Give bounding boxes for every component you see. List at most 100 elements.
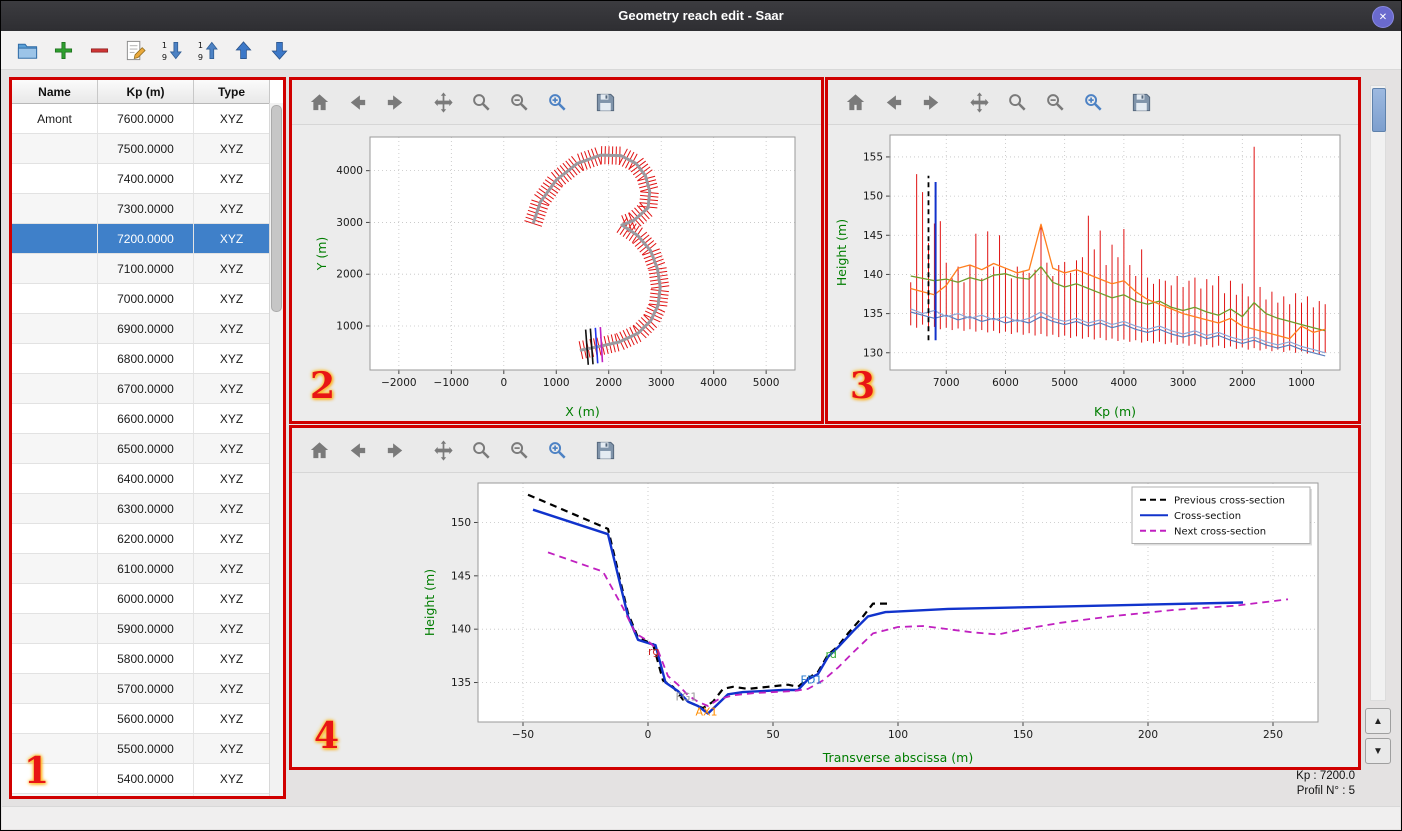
table-cell[interactable]: 5600.0000 [98, 704, 194, 733]
zoom-out-button[interactable] [506, 437, 533, 464]
table-cell[interactable]: 6900.0000 [98, 314, 194, 343]
table-cell[interactable]: 5300.0000 [98, 794, 194, 796]
table-row[interactable]: 7100.0000 XYZ [12, 254, 270, 284]
cross-section-table[interactable]: Name Kp (m) Type Amont 7600.0000 XYZ 7500.0000… [12, 80, 270, 796]
zoom-out-button[interactable] [506, 89, 533, 116]
table-cell[interactable] [12, 554, 98, 583]
table-cell[interactable]: XYZ [194, 764, 270, 793]
table-cell[interactable]: Amont [12, 104, 98, 133]
table-cell[interactable] [12, 224, 98, 253]
table-row[interactable]: 6200.0000 XYZ [12, 524, 270, 554]
table-scrollbar[interactable] [269, 103, 283, 796]
save-button[interactable] [1128, 89, 1155, 116]
table-row[interactable]: 6900.0000 XYZ [12, 314, 270, 344]
table-cell[interactable]: XYZ [194, 794, 270, 796]
table-cell[interactable] [12, 404, 98, 433]
table-cell[interactable]: XYZ [194, 314, 270, 343]
table-row[interactable]: 7200.0000 XYZ [12, 224, 270, 254]
column-header[interactable]: Name [12, 80, 98, 103]
table-row[interactable]: 5800.0000 XYZ [12, 644, 270, 674]
table-row[interactable]: 7000.0000 XYZ [12, 284, 270, 314]
title-bar[interactable]: Geometry reach edit - Saar ✕ [1, 1, 1401, 31]
table-cell[interactable]: 5700.0000 [98, 674, 194, 703]
zoom-button[interactable] [1004, 89, 1031, 116]
table-row[interactable]: 6100.0000 XYZ [12, 554, 270, 584]
table-cell[interactable]: XYZ [194, 164, 270, 193]
window-scrollbar-thumb[interactable] [1372, 88, 1386, 132]
table-cell[interactable] [12, 614, 98, 643]
table-row[interactable]: 6000.0000 XYZ [12, 584, 270, 614]
table-row[interactable]: Amont 7600.0000 XYZ [12, 104, 270, 134]
table-cell[interactable]: 5500.0000 [98, 734, 194, 763]
edit-button[interactable] [122, 37, 149, 64]
table-cell[interactable]: XYZ [194, 134, 270, 163]
table-cell[interactable]: XYZ [194, 374, 270, 403]
table-cell[interactable] [12, 434, 98, 463]
table-cell[interactable]: 7100.0000 [98, 254, 194, 283]
scroll-up-button[interactable]: ▲ [1365, 708, 1391, 734]
table-cell[interactable]: 5800.0000 [98, 644, 194, 673]
table-cell[interactable] [12, 584, 98, 613]
table-cell[interactable]: 7600.0000 [98, 104, 194, 133]
table-cell[interactable]: XYZ [194, 194, 270, 223]
table-row[interactable]: 7400.0000 XYZ [12, 164, 270, 194]
table-cell[interactable]: XYZ [194, 704, 270, 733]
table-cell[interactable]: XYZ [194, 674, 270, 703]
home-button[interactable] [306, 437, 333, 464]
table-cell[interactable]: 6800.0000 [98, 344, 194, 373]
open-button[interactable] [14, 37, 41, 64]
zoom-button[interactable] [468, 89, 495, 116]
sort-desc-button[interactable]: 19 [158, 37, 185, 64]
save-button[interactable] [592, 437, 619, 464]
table-cell[interactable] [12, 164, 98, 193]
table-cell[interactable] [12, 194, 98, 223]
table-cell[interactable]: XYZ [194, 614, 270, 643]
table-cell[interactable]: XYZ [194, 494, 270, 523]
pan-button[interactable] [430, 89, 457, 116]
table-cell[interactable] [12, 134, 98, 163]
table-cell[interactable]: XYZ [194, 104, 270, 133]
table-cell[interactable]: XYZ [194, 734, 270, 763]
table-cell[interactable]: XYZ [194, 584, 270, 613]
table-cell[interactable]: 6400.0000 [98, 464, 194, 493]
zoom-in-button[interactable] [1080, 89, 1107, 116]
back-button[interactable] [344, 437, 371, 464]
table-cell[interactable] [12, 794, 98, 796]
table-row[interactable]: 6700.0000 XYZ [12, 374, 270, 404]
table-cell[interactable]: XYZ [194, 524, 270, 553]
table-cell[interactable]: 6600.0000 [98, 404, 194, 433]
table-cell[interactable]: XYZ [194, 464, 270, 493]
table-cell[interactable]: 5400.0000 [98, 764, 194, 793]
table-cell[interactable] [12, 254, 98, 283]
table-cell[interactable] [12, 314, 98, 343]
table-row[interactable]: 5400.0000 XYZ [12, 764, 270, 794]
table-cell[interactable]: XYZ [194, 224, 270, 253]
table-row[interactable]: 6500.0000 XYZ [12, 434, 270, 464]
table-cell[interactable]: XYZ [194, 644, 270, 673]
table-cell[interactable] [12, 674, 98, 703]
plan-view-chart[interactable]: −2000 −1000 0 1000 2000 3000 4000 5000 1000 2000 3… [292, 125, 821, 422]
column-header[interactable]: Type [194, 80, 270, 103]
table-row[interactable]: 6300.0000 XYZ [12, 494, 270, 524]
forward-button[interactable] [918, 89, 945, 116]
table-cell[interactable] [12, 284, 98, 313]
table-cell[interactable]: 5900.0000 [98, 614, 194, 643]
scroll-down-button[interactable]: ▼ [1365, 738, 1391, 764]
table-cell[interactable]: 6500.0000 [98, 434, 194, 463]
table-cell[interactable]: XYZ [194, 434, 270, 463]
move-up-button[interactable] [230, 37, 257, 64]
table-row[interactable]: 6400.0000 XYZ [12, 464, 270, 494]
table-row[interactable]: 5600.0000 XYZ [12, 704, 270, 734]
table-cell[interactable]: XYZ [194, 404, 270, 433]
move-down-button[interactable] [266, 37, 293, 64]
cross-section-chart[interactable]: −50 0 50 100 150 200 250 135 140 145 150 rg FG1 AX1 FD… [292, 473, 1358, 768]
table-cell[interactable]: 6200.0000 [98, 524, 194, 553]
longitudinal-profile-chart[interactable]: 7000 6000 5000 4000 3000 2000 1000 130 135 140 145… [828, 125, 1358, 422]
table-row[interactable]: 5300.0000XYZ [12, 794, 270, 796]
sort-asc-button[interactable]: 19 [194, 37, 221, 64]
table-row[interactable]: 6600.0000 XYZ [12, 404, 270, 434]
back-button[interactable] [344, 89, 371, 116]
table-scrollbar-thumb[interactable] [271, 105, 282, 312]
table-cell[interactable]: XYZ [194, 344, 270, 373]
add-button[interactable] [50, 37, 77, 64]
